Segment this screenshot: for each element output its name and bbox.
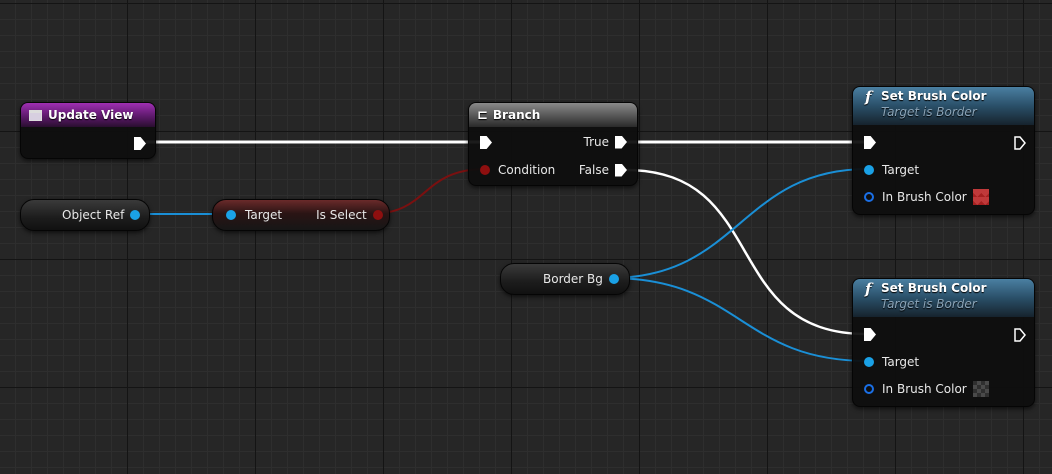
set1-exec-in-row[interactable] — [864, 136, 876, 149]
branch-false-row[interactable]: False — [579, 163, 627, 177]
branch-node[interactable]: ⊏ Branch True Condition False — [468, 102, 638, 186]
set2-target-label: Target — [882, 355, 920, 369]
set2-color-pin-icon[interactable] — [864, 384, 874, 394]
branch-condition-pin-icon[interactable] — [480, 165, 490, 175]
set2-color-label: In Brush Color — [882, 382, 967, 396]
set-brush-color-subtitle-2: Target is Border — [881, 297, 977, 311]
set2-color-swatch[interactable] — [972, 381, 989, 397]
update-view-node[interactable]: Update View — [20, 102, 156, 159]
set2-exec-out-row[interactable] — [1014, 328, 1026, 342]
set-brush-color-node-2[interactable]: f Set Brush Color Target is Border Targe… — [852, 278, 1035, 407]
set-brush-color-title-1: Set Brush Color — [881, 89, 987, 103]
set2-exec-in-pin-icon[interactable] — [864, 328, 876, 341]
set1-target-pin-icon[interactable] — [864, 165, 874, 175]
exec-out-pin-row[interactable] — [134, 137, 146, 150]
set1-color-row[interactable]: In Brush Color — [864, 189, 989, 205]
object-ref-label: Object Ref — [62, 208, 125, 222]
branch-false-pin-icon[interactable] — [615, 163, 627, 177]
set2-exec-in-row[interactable] — [864, 328, 876, 341]
object-ref-node[interactable]: Object Ref — [20, 199, 150, 231]
is-select-out-pin-icon[interactable] — [372, 210, 383, 220]
set1-color-swatch[interactable] — [972, 189, 989, 205]
branch-condition-row[interactable]: Condition — [480, 163, 555, 177]
set2-exec-out-pin-icon[interactable] — [1014, 328, 1026, 342]
set1-exec-out-pin-icon[interactable] — [1014, 136, 1026, 150]
branch-header[interactable]: ⊏ Branch — [469, 103, 637, 127]
exec-out-pin-icon[interactable] — [134, 137, 146, 150]
border-bg-label: Border Bg — [543, 272, 603, 286]
set1-target-row[interactable]: Target — [864, 163, 919, 177]
object-wire-border-to-set2 — [609, 277, 869, 362]
set-brush-color-node-1[interactable]: f Set Brush Color Target is Border Targe… — [852, 86, 1035, 215]
object-ref-out-pin-icon[interactable] — [130, 210, 141, 220]
border-bg-out-pin-icon[interactable] — [608, 274, 619, 284]
set1-exec-in-pin-icon[interactable] — [864, 136, 876, 149]
set-brush-color-subtitle-1: Target is Border — [881, 105, 977, 119]
set1-color-pin-icon[interactable] — [864, 192, 874, 202]
set1-target-label: Target — [882, 163, 920, 177]
set-brush-color-header-1[interactable]: f Set Brush Color Target is Border — [853, 87, 1034, 125]
branch-exec-in-pin-icon[interactable] — [480, 136, 492, 149]
function-icon: f — [865, 88, 872, 106]
branch-false-label: False — [578, 163, 609, 177]
branch-exec-in-row[interactable] — [480, 136, 492, 149]
function-icon: f — [865, 280, 872, 298]
update-view-title: Update View — [48, 108, 134, 122]
branch-true-pin-icon[interactable] — [615, 135, 627, 149]
branch-condition-label: Condition — [498, 163, 556, 177]
is-select-output-label: Is Select — [316, 208, 367, 222]
is-select-target-pin-icon[interactable] — [226, 210, 236, 220]
set2-target-row[interactable]: Target — [864, 355, 919, 369]
branch-true-row[interactable]: True — [583, 135, 627, 149]
is-select-target-label: Target — [245, 208, 283, 222]
is-select-node[interactable]: Target Is Select — [212, 199, 390, 231]
set-brush-color-header-2[interactable]: f Set Brush Color Target is Border — [853, 279, 1034, 317]
branch-title: Branch — [492, 108, 541, 122]
event-icon — [29, 109, 42, 121]
branch-icon: ⊏ — [477, 107, 488, 123]
branch-true-label: True — [583, 135, 610, 149]
set-brush-color-title-2: Set Brush Color — [881, 281, 987, 295]
update-view-header[interactable]: Update View — [21, 103, 155, 127]
set1-color-label: In Brush Color — [882, 190, 967, 204]
object-wire-border-to-set1 — [609, 168, 869, 279]
exec-wire-false-to-set2 — [625, 168, 867, 336]
set2-color-row[interactable]: In Brush Color — [864, 381, 989, 397]
border-bg-node[interactable]: Border Bg — [500, 263, 630, 295]
set2-target-pin-icon[interactable] — [864, 357, 874, 367]
set1-exec-out-row[interactable] — [1014, 136, 1026, 150]
